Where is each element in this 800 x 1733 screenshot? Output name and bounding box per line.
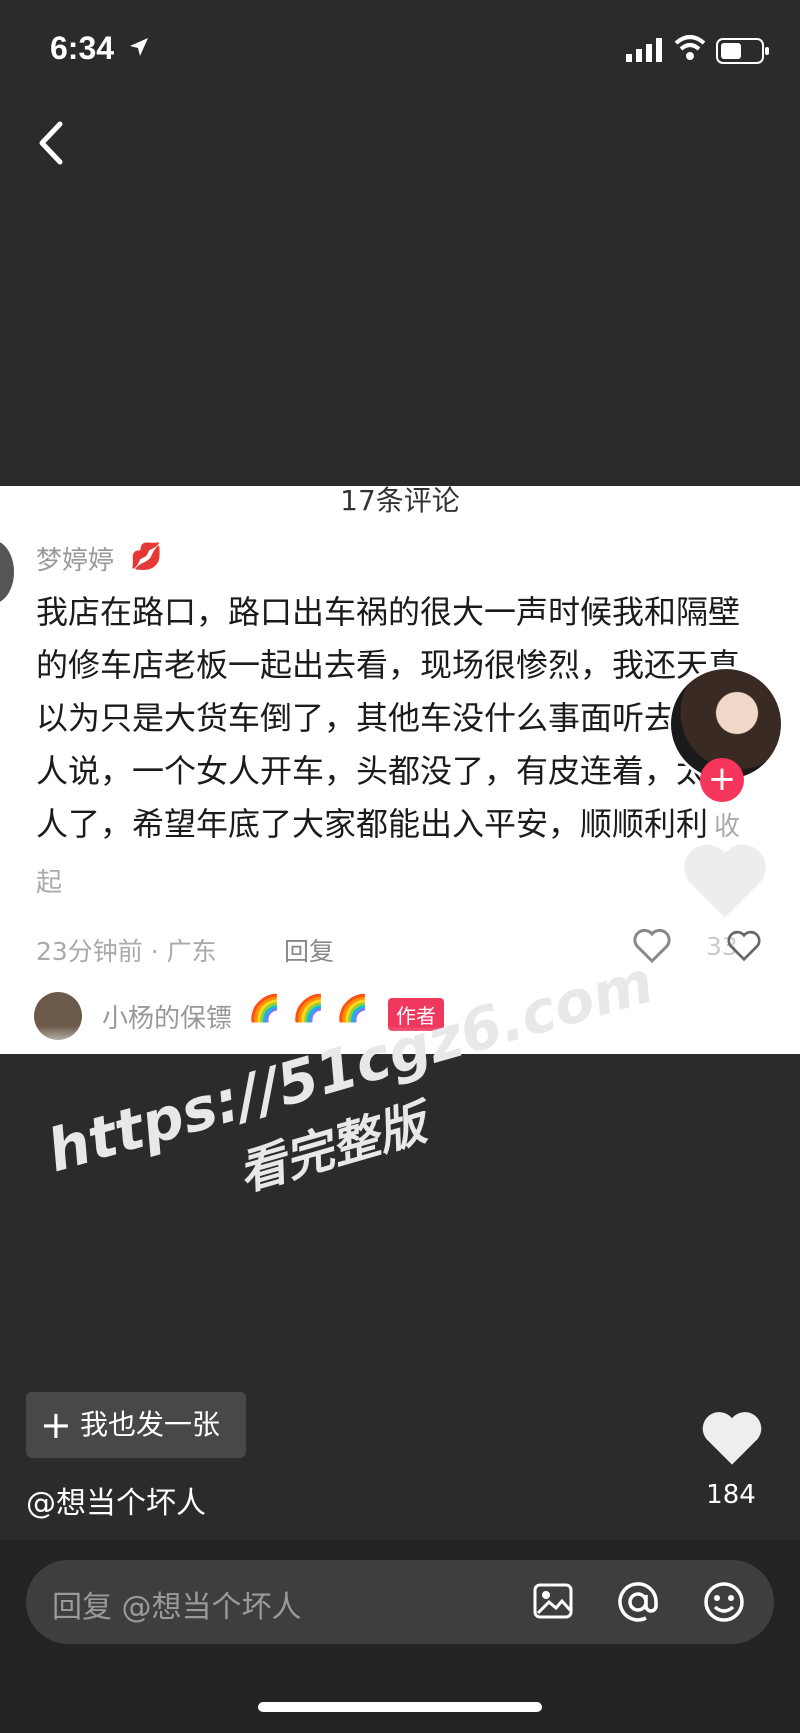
- image-icon[interactable]: [532, 1580, 574, 1622]
- post-also-label: 我也发一张: [80, 1408, 221, 1441]
- emoji-icon[interactable]: [702, 1580, 746, 1624]
- heart-icon: [684, 844, 766, 918]
- comment-count-title: 17条评论: [340, 486, 460, 517]
- chevron-left-icon[interactable]: [34, 118, 74, 168]
- status-time: 6:34: [50, 30, 115, 66]
- wifi-icon: [674, 35, 706, 60]
- home-indicator[interactable]: [258, 1702, 542, 1712]
- rainbow-emoji: 🌈: [292, 994, 325, 1024]
- like-count: 184: [706, 1480, 756, 1510]
- at-icon[interactable]: [616, 1580, 660, 1624]
- comment-body: 我店在路口，路口出车祸的很大一声时候我和隔壁的修车店老板一起出去看，现场很惨烈，…: [36, 593, 741, 843]
- status-bar: 6:34: [0, 0, 800, 100]
- rainbow-emoji: 🌈: [336, 994, 369, 1024]
- location-arrow-icon: [130, 38, 148, 56]
- plus-icon: +: [40, 1403, 72, 1447]
- plus-icon: +: [700, 758, 744, 802]
- comment-screenshot-image: 17条评论 梦婷婷 💋 我店在路口，路口出车祸的很大一声时候我和隔壁的修车店老板…: [0, 486, 800, 1054]
- battery-icon: [716, 38, 769, 64]
- author-handle[interactable]: @想当个坏人: [26, 1478, 206, 1522]
- comment-text: 我店在路口，路口出车祸的很大一声时候我和隔壁的修车店老板一起出去看，现场很惨烈，…: [36, 586, 748, 910]
- comment-meta: 23分钟前 · 广东: [36, 937, 217, 966]
- post-also-button[interactable]: + 我也发一张: [26, 1392, 246, 1458]
- rainbow-emoji: 🌈: [248, 994, 281, 1024]
- comment-reply-link: 回复: [284, 937, 335, 966]
- commenter-avatar: [0, 540, 14, 604]
- reply-placeholder: 回复 @想当个坏人: [52, 1590, 302, 1625]
- signal-icon: [626, 38, 662, 62]
- heart-icon[interactable]: [700, 1410, 764, 1468]
- lips-emoji: 💋: [130, 542, 163, 572]
- heart-outline-icon: [727, 930, 761, 962]
- commenter-username: 梦婷婷: [36, 546, 115, 576]
